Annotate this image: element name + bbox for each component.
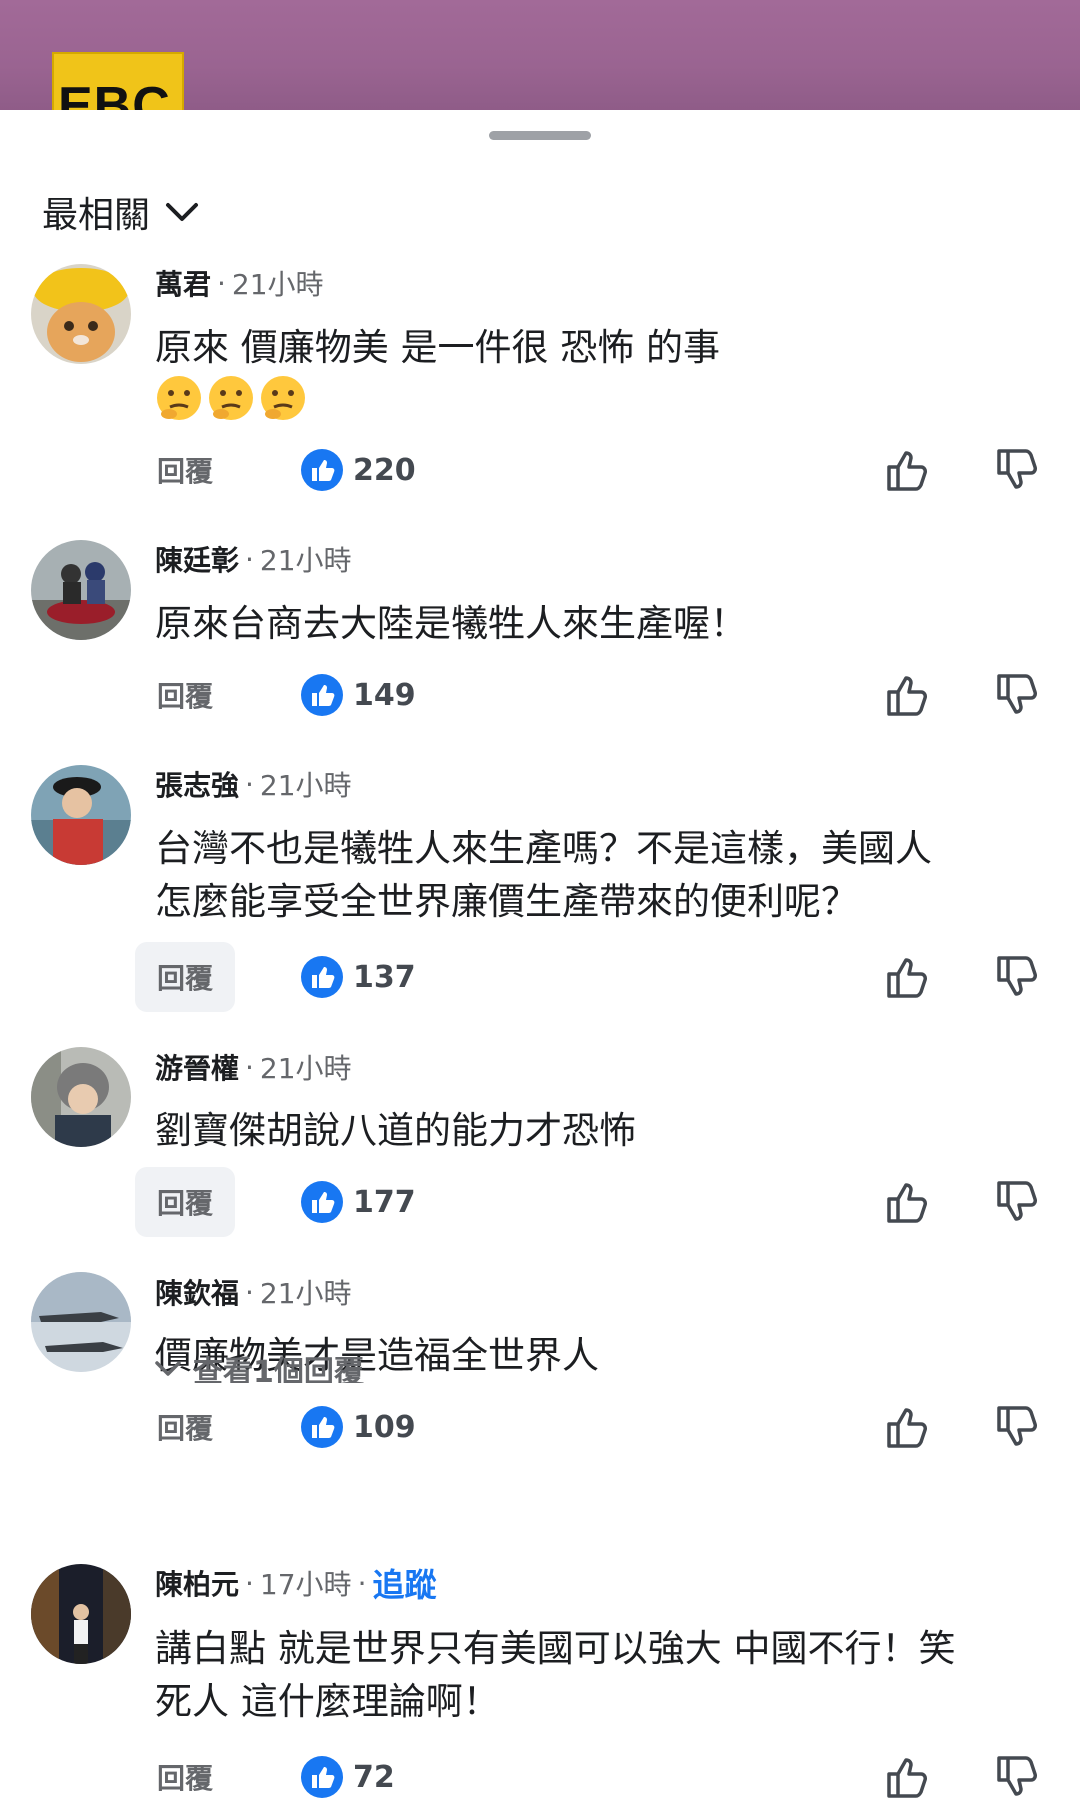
avatar[interactable] xyxy=(31,1047,131,1147)
separator-dot: · xyxy=(245,767,254,801)
like-count-group[interactable]: 177 xyxy=(301,1167,416,1237)
thumbs-down-icon[interactable] xyxy=(993,1177,1043,1227)
comment-meta: 陳廷彰 · 21小時 xyxy=(155,539,352,579)
channel-logo-text: EBC xyxy=(58,77,171,110)
comment-author[interactable]: 陳廷彰 xyxy=(155,539,239,579)
channel-logo: EBC xyxy=(52,52,184,110)
sort-dropdown[interactable]: 最相關 xyxy=(42,182,200,242)
like-reaction-icon xyxy=(301,1756,343,1798)
follow-button[interactable]: 追蹤 xyxy=(372,1560,436,1606)
like-reaction-icon xyxy=(301,956,343,998)
separator-dot: · xyxy=(245,542,254,576)
like-count: 109 xyxy=(353,1409,416,1445)
thumbs-up-icon[interactable] xyxy=(883,952,933,1002)
thinking-face-icon xyxy=(209,376,253,420)
comment-actions: 回覆 149 xyxy=(0,660,1080,730)
comment-text: 講白點 就是世界只有美國可以強大 中國不行！笑 死人 這什麼理論啊！ xyxy=(155,1627,956,1723)
like-count: 137 xyxy=(353,959,416,995)
comment-meta: 陳欽福 · 21小時 xyxy=(155,1272,352,1312)
thumbs-up-icon[interactable] xyxy=(883,445,933,495)
thumbs-down-icon[interactable] xyxy=(993,952,1043,1002)
like-count: 149 xyxy=(353,677,416,713)
like-reaction-icon xyxy=(301,1406,343,1448)
chevron-down-icon xyxy=(155,1361,181,1376)
comment-author[interactable]: 陳柏元 xyxy=(155,1563,239,1603)
chevron-down-icon xyxy=(164,200,200,224)
like-reaction-icon xyxy=(301,449,343,491)
comment-text: 劉寶傑胡說八道的能力才恐怖 xyxy=(155,1109,636,1152)
comment-meta: 游晉權 · 21小時 xyxy=(155,1047,352,1087)
avatar[interactable] xyxy=(31,765,131,865)
comment-actions: 回覆 109 xyxy=(0,1392,1080,1462)
separator-dot: · xyxy=(217,266,226,300)
thumbs-down-icon[interactable] xyxy=(993,1402,1043,1452)
comment-text: 原來 價廉物美 是一件很 恐怖 的事 xyxy=(155,326,721,369)
like-count-group[interactable]: 220 xyxy=(301,435,416,505)
thumbs-up-icon[interactable] xyxy=(883,670,933,720)
like-count: 177 xyxy=(353,1184,416,1220)
comment-text: 原來台商去大陸是犧牲人來生產喔！ xyxy=(155,602,747,645)
like-count: 220 xyxy=(353,452,416,488)
view-replies-label: 查看1個回覆 xyxy=(193,1355,364,1383)
comment-time: 17小時 xyxy=(259,1568,352,1601)
reply-button[interactable]: 回覆 xyxy=(135,435,235,505)
reply-button[interactable]: 回覆 xyxy=(135,660,235,730)
comment-meta: 萬君 · 21小時 xyxy=(155,263,324,303)
like-count-group[interactable]: 109 xyxy=(301,1392,416,1462)
thinking-face-icon xyxy=(157,376,201,420)
thumbs-down-icon[interactable] xyxy=(993,1752,1043,1802)
reply-button[interactable]: 回覆 xyxy=(135,1742,235,1812)
like-count-group[interactable]: 149 xyxy=(301,660,416,730)
comment-actions: 回覆 72 xyxy=(0,1742,1080,1812)
like-reaction-icon xyxy=(301,674,343,716)
comment-actions: 回覆 220 xyxy=(0,435,1080,505)
comment-meta: 張志強 · 21小時 xyxy=(155,764,352,804)
thumbs-down-icon[interactable] xyxy=(993,670,1043,720)
separator-dot: · xyxy=(245,1050,254,1084)
drag-handle[interactable] xyxy=(489,131,591,140)
avatar[interactable] xyxy=(31,1272,131,1372)
thinking-face-icon xyxy=(261,376,305,420)
comment-time: 21小時 xyxy=(259,1277,352,1310)
comment-author[interactable]: 陳欽福 xyxy=(155,1272,239,1312)
thumbs-up-icon[interactable] xyxy=(883,1177,933,1227)
comment-text: 台灣不也是犧牲人來生產嗎？不是這樣，美國人 怎麼能享受全世界廉價生產帶來的便利呢… xyxy=(155,827,932,923)
comment-meta: 陳柏元 · 17小時 · 追蹤 xyxy=(155,1560,436,1606)
avatar[interactable] xyxy=(31,264,131,364)
comment-emoji xyxy=(155,374,307,422)
comment-author[interactable]: 萬君 xyxy=(155,263,211,303)
comment-actions: 回覆 177 xyxy=(0,1167,1080,1237)
like-count-group[interactable]: 72 xyxy=(301,1742,395,1812)
thumbs-up-icon[interactable] xyxy=(883,1402,933,1452)
separator-dot: · xyxy=(357,1566,367,1600)
sort-label: 最相關 xyxy=(42,195,151,236)
thumbs-up-icon[interactable] xyxy=(883,1752,933,1802)
avatar[interactable] xyxy=(31,540,131,640)
like-count: 72 xyxy=(353,1759,395,1795)
comment-time: 21小時 xyxy=(259,769,352,802)
comment-author[interactable]: 張志強 xyxy=(155,764,239,804)
view-replies-button[interactable]: 查看1個回覆 xyxy=(155,1347,364,1383)
separator-dot: · xyxy=(245,1275,254,1309)
separator-dot: · xyxy=(245,1566,254,1600)
reply-button[interactable]: 回覆 xyxy=(135,942,235,1012)
comment-time: 21小時 xyxy=(231,268,324,301)
reply-button[interactable]: 回覆 xyxy=(135,1392,235,1462)
avatar[interactable] xyxy=(31,1564,131,1664)
like-count-group[interactable]: 137 xyxy=(301,942,416,1012)
like-reaction-icon xyxy=(301,1181,343,1223)
comment-author[interactable]: 游晉權 xyxy=(155,1047,239,1087)
comment-actions: 回覆 137 xyxy=(0,942,1080,1012)
video-preview[interactable]: EBC xyxy=(0,0,1080,110)
reply-button[interactable]: 回覆 xyxy=(135,1167,235,1237)
comment-time: 21小時 xyxy=(259,1052,352,1085)
thumbs-down-icon[interactable] xyxy=(993,445,1043,495)
comment-time: 21小時 xyxy=(259,544,352,577)
